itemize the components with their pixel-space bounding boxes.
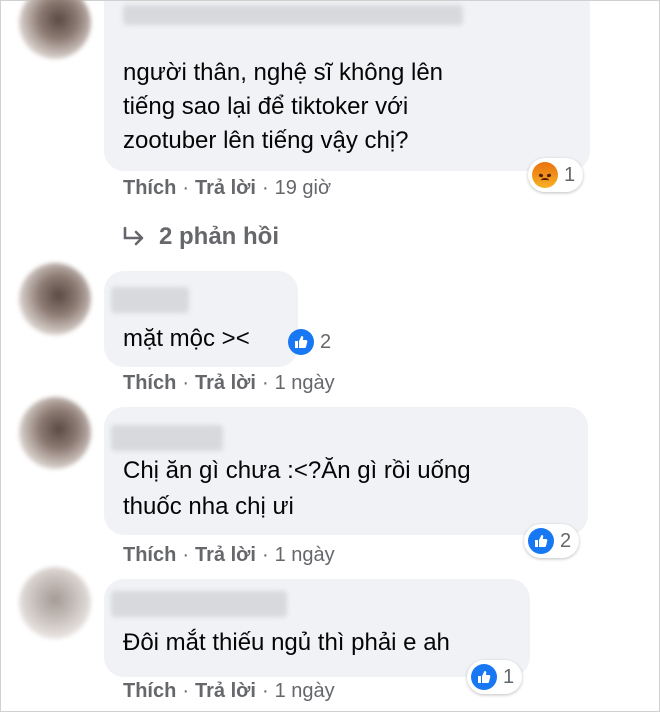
reply-link[interactable]: Trả lời <box>195 544 256 566</box>
separator: · <box>261 544 269 566</box>
timestamp[interactable]: 1 ngày <box>275 372 335 394</box>
blurred-author-name[interactable] <box>111 591 287 617</box>
reaction-count: 1 <box>503 665 515 688</box>
like-link[interactable]: Thích <box>123 544 176 566</box>
reaction-count: 2 <box>320 330 332 353</box>
comment-text: zootuber lên tiếng vậy chị? <box>123 127 409 154</box>
avatar[interactable] <box>19 567 91 639</box>
avatar[interactable] <box>19 397 91 469</box>
reaction-count: 2 <box>560 529 572 552</box>
reaction-count: 1 <box>564 163 576 186</box>
comment-actions: Thích · Trả lời · 19 giờ <box>123 177 331 200</box>
reaction-summary[interactable]: 1 <box>467 660 523 694</box>
reaction-summary[interactable]: 2 <box>524 524 580 558</box>
like-link[interactable]: Thích <box>123 177 176 199</box>
like-icon <box>528 528 554 554</box>
timestamp[interactable]: 19 giờ <box>275 177 331 199</box>
reply-link[interactable]: Trả lời <box>195 177 256 199</box>
separator: · <box>182 177 190 199</box>
blurred-author-name[interactable] <box>123 5 463 25</box>
like-icon <box>471 664 497 690</box>
comment-actions: Thích · Trả lời · 1 ngày <box>123 680 335 703</box>
reply-link[interactable]: Trả lời <box>195 680 256 702</box>
reply-link[interactable]: Trả lời <box>195 372 256 394</box>
timestamp[interactable]: 1 ngày <box>275 680 335 702</box>
avatar[interactable] <box>19 0 91 59</box>
like-icon <box>288 329 314 355</box>
avatar[interactable] <box>19 263 91 335</box>
comment-actions: Thích · Trả lời · 1 ngày <box>123 372 335 395</box>
comment-actions: Thích · Trả lời · 1 ngày <box>123 544 335 567</box>
comment-text: thuốc nha chị ưi <box>123 493 294 520</box>
separator: · <box>182 680 190 702</box>
blurred-author-name[interactable] <box>111 425 223 451</box>
separator: · <box>261 680 269 702</box>
blurred-author-name[interactable] <box>111 287 189 313</box>
comment-text: Chị ăn gì chưa :<?Ăn gì rồi uống <box>123 457 471 484</box>
separator: · <box>261 177 269 199</box>
reaction-summary[interactable]: 2 <box>284 325 339 359</box>
separator: · <box>261 372 269 394</box>
like-link[interactable]: Thích <box>123 680 176 702</box>
replies-label: 2 phản hồi <box>159 223 279 250</box>
comment-text: tiếng sao lại để tiktoker với <box>123 93 409 120</box>
separator: · <box>182 372 190 394</box>
separator: · <box>182 544 190 566</box>
comment-text: người thân, nghệ sĩ không lên <box>123 59 444 86</box>
reply-arrow-icon <box>123 226 144 246</box>
comment-text: Đôi mắt thiếu ngủ thì phải e ah <box>123 629 450 656</box>
timestamp[interactable]: 1 ngày <box>275 544 335 566</box>
angry-icon <box>532 162 558 188</box>
comments-panel: người thân, nghệ sĩ không lên tiếng sao … <box>0 0 660 712</box>
view-replies-button[interactable]: 2 phản hồi <box>121 223 279 251</box>
like-link[interactable]: Thích <box>123 372 176 394</box>
reaction-summary[interactable]: 1 <box>528 158 584 192</box>
comment-text: mặt mộc >< <box>123 325 250 352</box>
